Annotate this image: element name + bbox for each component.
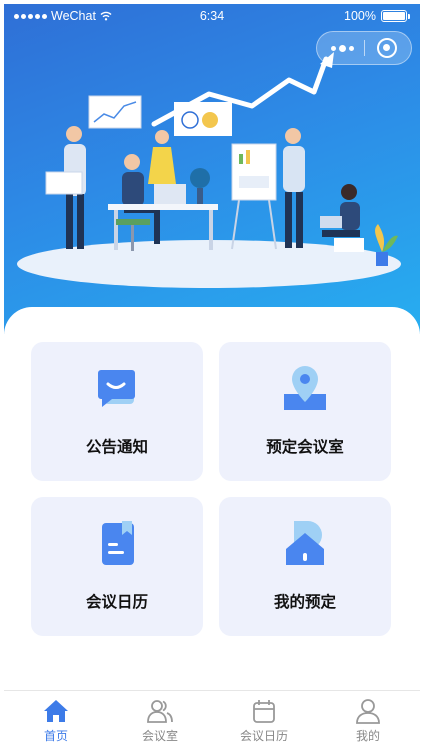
tab-meeting-calendar[interactable]: 会议日历 xyxy=(212,691,316,744)
menu-card-label: 公告通知 xyxy=(85,438,148,456)
tab-profile[interactable]: 我的 xyxy=(316,691,420,744)
menu-card-announcements[interactable]: 公告通知 xyxy=(31,342,203,481)
tab-meeting-rooms[interactable]: 会议室 xyxy=(108,691,212,744)
menu-card-book-room[interactable]: 预定会议室 xyxy=(219,342,391,481)
office-meeting-illustration xyxy=(17,52,401,288)
menu-card-meeting-calendar[interactable]: 会议日历 xyxy=(31,497,203,636)
battery-icon xyxy=(381,10,407,22)
status-right: 100% xyxy=(344,9,410,23)
menu-card-label: 我的预定 xyxy=(273,593,336,611)
home-icon xyxy=(44,700,68,722)
user-icon xyxy=(356,699,380,724)
menu-card-my-bookings[interactable]: 我的预定 xyxy=(219,497,391,636)
menu-sheet: 公告通知 预定会议室 会议日历 我的预定 xyxy=(4,307,420,697)
location-pin-icon xyxy=(284,366,326,410)
home-icon xyxy=(286,521,324,565)
tab-label: 我的 xyxy=(355,729,380,743)
status-bar: WeChat 6:34 100% xyxy=(4,4,420,30)
hero-banner: WeChat 6:34 100% xyxy=(4,4,420,334)
message-bubble-icon xyxy=(98,370,135,407)
tab-label: 首页 xyxy=(43,729,68,743)
document-icon xyxy=(102,521,134,565)
battery-percent: 100% xyxy=(344,9,376,23)
calendar-icon xyxy=(253,700,275,723)
tab-home[interactable]: 首页 xyxy=(4,691,108,744)
app-screen: WeChat 6:34 100% 公告通知 预定会议室 会议日历 我的预定 首页… xyxy=(4,4,420,744)
menu-card-label: 预定会议室 xyxy=(266,438,344,456)
bottom-tab-bar: 首页 会议室 会议日历 我的 xyxy=(4,690,420,744)
tab-label: 会议日历 xyxy=(239,729,288,743)
battery-tip xyxy=(408,13,410,19)
tab-label: 会议室 xyxy=(141,729,178,743)
users-icon xyxy=(147,700,173,723)
menu-card-label: 会议日历 xyxy=(85,593,148,611)
